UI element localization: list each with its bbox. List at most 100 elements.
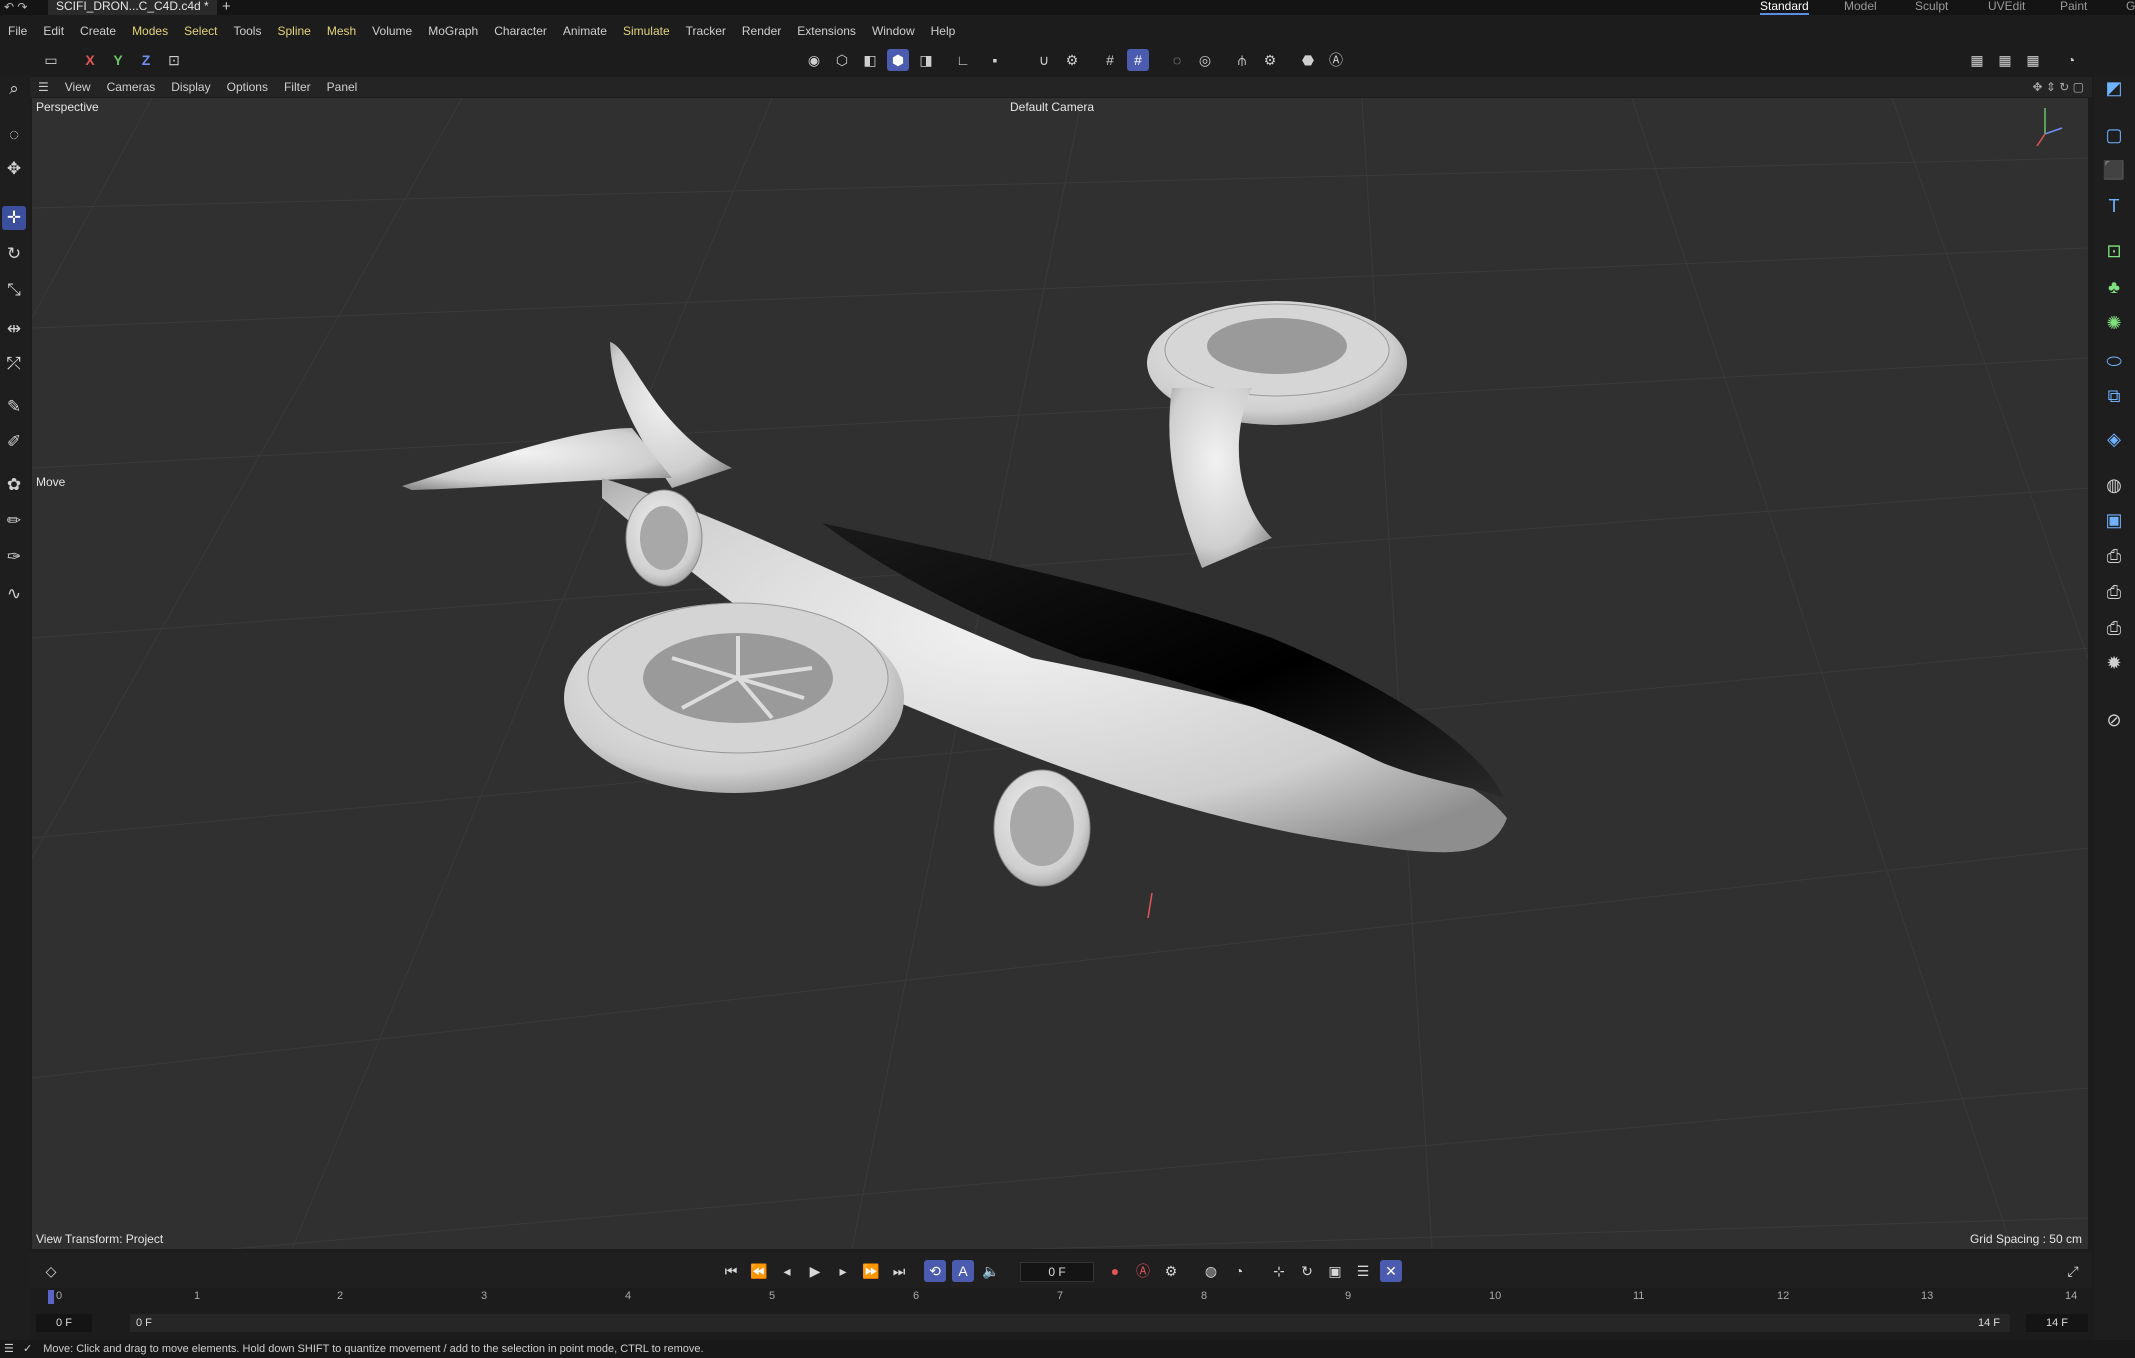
coordinate-system-icon[interactable]: ⊡ (163, 49, 185, 71)
solo-off-icon[interactable]: ◌ (1166, 49, 1188, 71)
viewport-scene[interactable] (32, 98, 2088, 1249)
menu-volume[interactable]: Volume (364, 22, 420, 41)
sound-icon[interactable]: 🔈 (980, 1260, 1002, 1282)
go-to-start-icon[interactable]: ⏮ (720, 1260, 742, 1282)
current-frame-field[interactable]: 0 F (1020, 1262, 1094, 1282)
menu-tracker[interactable]: Tracker (678, 22, 734, 41)
menu-select[interactable]: Select (176, 22, 225, 41)
paint-brush-icon[interactable]: ✏ (2, 509, 26, 533)
generator-icon[interactable]: ⧉ (2101, 383, 2127, 409)
menu-character[interactable]: Character (486, 22, 555, 41)
menu-mesh[interactable]: Mesh (319, 22, 364, 41)
previous-frame-icon[interactable]: ◂ (776, 1260, 798, 1282)
solo-icon[interactable]: ◎ (1194, 49, 1216, 71)
menu-file[interactable]: File (0, 22, 35, 41)
layout-tab-paint[interactable]: Paint (2060, 0, 2087, 13)
model-mode-icon[interactable]: ⬢ (887, 49, 909, 71)
keyframe-icon[interactable]: ◇ (40, 1260, 62, 1282)
menu-tools[interactable]: Tools (225, 22, 269, 41)
document-tab[interactable]: SCIFI_DRON...C_C4D.c4d * (48, 0, 217, 15)
viewport-menu-view[interactable]: View (57, 80, 99, 94)
rectangle-spline-icon[interactable]: ▢ (2101, 122, 2127, 148)
cube-icon[interactable]: ⬛ (2101, 157, 2127, 183)
menu-window[interactable]: Window (864, 22, 923, 41)
field-icon[interactable]: ⬭ (2101, 348, 2127, 374)
spline-sketch-icon[interactable]: ✐ (2, 430, 26, 454)
key-pla-icon[interactable]: ▣ (1324, 1260, 1346, 1282)
range-slider[interactable]: 0 F 14 F (130, 1314, 2010, 1332)
volume-icon[interactable]: ◈ (2101, 426, 2127, 452)
viewport-menu-panel[interactable]: Panel (319, 80, 366, 94)
menu-simulate[interactable]: Simulate (615, 22, 678, 41)
polygons-mode-icon[interactable]: ◧ (859, 49, 881, 71)
menu-render[interactable]: Render (734, 22, 789, 41)
viewport-menu-options[interactable]: Options (219, 80, 276, 94)
workplane-grid-icon[interactable]: # (1099, 49, 1121, 71)
sculpt-brush-icon[interactable]: ✿ (2, 473, 26, 497)
layout-tab-truncated[interactable]: G (2126, 0, 2135, 13)
keyframe-settings-icon[interactable]: ⚙ (1160, 1260, 1182, 1282)
snap-transform-icon[interactable]: ⤱ (2, 352, 26, 376)
start-frame-field[interactable]: 0 F (36, 1314, 92, 1332)
mograph-cloner-icon[interactable]: ⊡ (2101, 238, 2127, 264)
selection-tools-icon[interactable]: ✥ (2, 157, 26, 181)
render-picture-viewer-icon[interactable]: ▦ (1994, 49, 2016, 71)
menu-spline[interactable]: Spline (269, 22, 318, 41)
animation-mode-icon[interactable]: A (952, 1260, 974, 1282)
snap-magnet-icon[interactable]: ∪ (1033, 49, 1055, 71)
move-tool-icon[interactable]: ✛ (2, 206, 26, 230)
menu-edit[interactable]: Edit (35, 22, 72, 41)
menu-create[interactable]: Create (72, 22, 124, 41)
points-mode-icon[interactable]: ◉ (803, 49, 825, 71)
lock-x-axis-button[interactable]: X (79, 49, 101, 71)
layout-tab-sculpt[interactable]: Sculpt (1915, 0, 1948, 13)
end-frame-field[interactable]: 14 F (2026, 1314, 2088, 1332)
viewport-menu-cameras[interactable]: Cameras (99, 80, 164, 94)
lock-z-axis-button[interactable]: Z (135, 49, 157, 71)
menu-extensions[interactable]: Extensions (789, 22, 864, 41)
snap-settings-icon[interactable]: ⚙ (1061, 49, 1083, 71)
mograph-effector-icon[interactable]: ♣ (2101, 274, 2127, 300)
autokey-icon[interactable]: Ⓐ (1132, 1260, 1154, 1282)
symmetry-settings-icon[interactable]: ⚙ (1259, 49, 1281, 71)
search-icon[interactable]: ⌕ (2, 77, 26, 101)
menu-modes[interactable]: Modes (124, 22, 176, 41)
uv-mode-icon[interactable]: ◨ (915, 49, 937, 71)
spline-pen-icon[interactable]: ✎ (2, 395, 26, 419)
symmetry-icon[interactable]: ⫛ (1231, 49, 1253, 71)
rotate-tool-icon[interactable]: ↻ (2, 242, 26, 266)
key-param-icon[interactable]: ↻ (1296, 1260, 1318, 1282)
redshift-icon[interactable]: ◔ (2060, 49, 2082, 71)
knife-icon[interactable]: ✑ (2, 545, 26, 569)
spline-smooth-icon[interactable]: ∿ (2, 582, 26, 606)
texture-mode-icon[interactable]: ▪ (984, 49, 1006, 71)
camera-rig-icon[interactable]: ⎙ (2101, 543, 2127, 569)
timeline-ruler[interactable]: 0 1 2 3 4 5 6 7 8 9 10 11 12 13 14 (30, 1288, 2092, 1308)
scale-tool-icon[interactable]: ⤡ (2, 278, 26, 302)
text-icon[interactable]: T (2101, 193, 2127, 219)
light-icon[interactable]: ✹ (2101, 650, 2127, 676)
loop-icon[interactable]: ⟲ (924, 1260, 946, 1282)
viewport-camera-label[interactable]: Default Camera (1010, 100, 1094, 114)
lock-y-axis-button[interactable]: Y (107, 49, 129, 71)
render-view-icon[interactable]: ▦ (1966, 49, 1988, 71)
object-mode-icon[interactable]: ▭ (40, 49, 62, 71)
viewport-hamburger-icon[interactable]: ☰ (30, 80, 57, 94)
3d-viewport[interactable]: Perspective Default Camera Move View Tra… (32, 98, 2088, 1249)
timeline-settings-icon[interactable]: ☰ (1352, 1260, 1374, 1282)
key-rotation-icon[interactable]: ◔ (1228, 1260, 1250, 1282)
stage-camera-icon[interactable]: ⎙ (2101, 615, 2127, 641)
layout-tab-standard[interactable]: Standard (1760, 0, 1809, 15)
menu-mograph[interactable]: MoGraph (420, 22, 486, 41)
camera-icon[interactable]: ▣ (2101, 507, 2127, 533)
edges-mode-icon[interactable]: ⬡ (831, 49, 853, 71)
undo-redo-icons[interactable]: ↶ ↷ (4, 0, 27, 14)
play-icon[interactable]: ▶ (804, 1260, 826, 1282)
go-to-end-icon[interactable]: ⏭ (888, 1260, 910, 1282)
menu-animate[interactable]: Animate (555, 22, 615, 41)
viewport-projection-label[interactable]: Perspective (36, 100, 99, 114)
environment-icon[interactable]: ◍ (2101, 472, 2127, 498)
object-manager-icon[interactable]: ◩ (2101, 75, 2127, 101)
axis-mode-icon[interactable]: ∟ (952, 49, 974, 71)
add-tab-button[interactable]: + (222, 0, 231, 15)
